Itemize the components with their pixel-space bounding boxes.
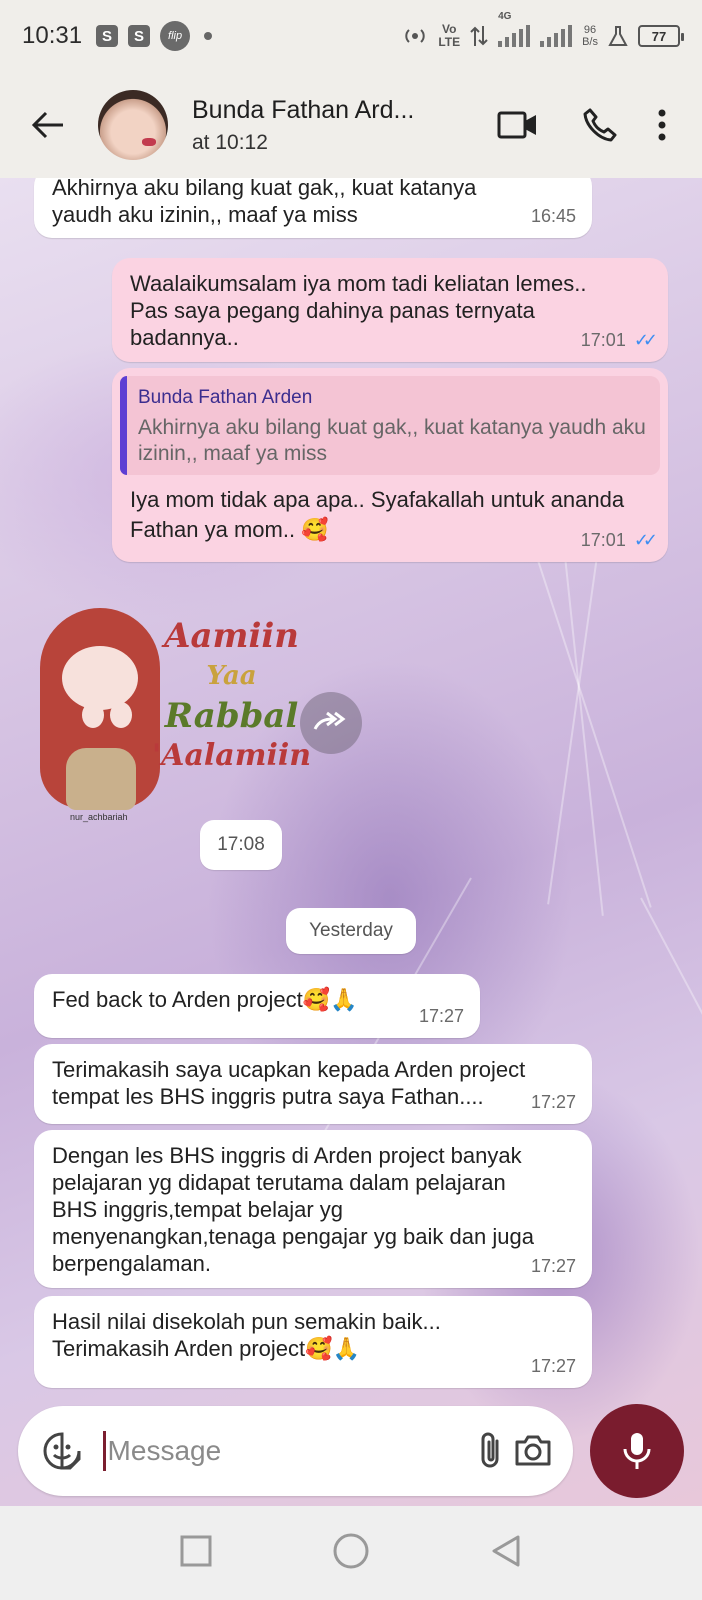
volte-indicator: Vo LTE xyxy=(438,22,461,49)
message-bubble-incoming[interactable]: Fed back to Arden project🥰🙏 17:27 xyxy=(34,974,480,1038)
text-cursor xyxy=(103,1431,106,1471)
message-bubble-incoming[interactable]: Dengan les BHS inggris di Arden project … xyxy=(34,1130,592,1288)
message-time: 17:27 xyxy=(530,1356,576,1376)
home-button[interactable] xyxy=(332,1532,370,1575)
message-input[interactable] xyxy=(107,1435,469,1467)
last-seen: at 10:12 xyxy=(192,130,268,154)
video-camera-icon xyxy=(497,111,536,139)
battery-indicator: 77 xyxy=(638,25,684,47)
contact-name: Bunda Fathan Ard... xyxy=(192,95,415,124)
emoji-sticker-button[interactable] xyxy=(40,1423,83,1479)
sticker-icon xyxy=(43,1432,81,1470)
sticker-time: 17:08 xyxy=(200,820,282,870)
date-divider: Yesterday xyxy=(286,908,416,954)
read-ticks-icon: ✓✓ xyxy=(633,530,658,550)
video-call-button[interactable] xyxy=(486,93,550,157)
recent-apps-button[interactable] xyxy=(180,1535,212,1572)
system-navigation-bar xyxy=(0,1506,702,1600)
quoted-author: Bunda Fathan Arden xyxy=(138,387,313,408)
status-time: 10:31 xyxy=(22,22,83,49)
status-bar: 10:31 S S flip Vo LTE 4G 96 B/s 77 xyxy=(0,0,702,72)
sticker-credit: nur_achbariah xyxy=(70,812,128,822)
message-bubble-outgoing-reply[interactable]: Bunda Fathan Arden Akhirnya aku bilang k… xyxy=(112,368,668,562)
flip-app-icon: flip xyxy=(160,21,191,51)
message-bubble-incoming[interactable]: Akhirnya aku bilang kuat gak,, kuat kata… xyxy=(34,178,592,238)
paperclip-icon xyxy=(481,1432,499,1468)
read-ticks-icon: ✓✓ xyxy=(633,330,658,350)
message-text: Waalaikumsalam iya mom tadi keliatan lem… xyxy=(130,271,587,350)
signal-strength-icon-2 xyxy=(540,25,573,47)
message-text: Dengan les BHS inggris di Arden project … xyxy=(52,1143,534,1276)
signal-strength-icon: 4G xyxy=(498,11,531,47)
shopping-bag-icon-2: S xyxy=(128,25,151,47)
message-time: 17:01 xyxy=(580,530,626,550)
message-time: 16:45 xyxy=(530,206,576,226)
message-meta: 17:01 ✓✓ xyxy=(580,527,658,554)
message-composer xyxy=(18,1406,573,1496)
more-vertical-icon xyxy=(658,109,666,141)
square-icon xyxy=(180,1535,212,1566)
sticker-message[interactable]: Aamiin Yaa Rabbal 'Aalamiin nur_achbaria… xyxy=(30,598,311,838)
quoted-text: Akhirnya aku bilang kuat gak,, kuat kata… xyxy=(138,416,646,465)
message-text: Hasil nilai disekolah pun semakin baik..… xyxy=(52,1309,441,1361)
message-meta: 17:01 ✓✓ xyxy=(580,327,658,354)
message-time: 17:27 xyxy=(418,1006,464,1026)
microphone-icon xyxy=(623,1433,651,1469)
camera-button[interactable] xyxy=(512,1423,555,1479)
message-bubble-outgoing[interactable]: Waalaikumsalam iya mom tadi keliatan lem… xyxy=(112,258,668,362)
contact-info[interactable]: Bunda Fathan Ard... at 10:12 xyxy=(192,96,468,155)
shopping-bag-icon: S xyxy=(96,25,119,47)
voice-message-button[interactable] xyxy=(590,1404,684,1498)
more-options-button[interactable] xyxy=(642,93,682,157)
message-text: Fed back to Arden project🥰🙏 xyxy=(52,987,358,1012)
message-bubble-incoming[interactable]: Hasil nilai disekolah pun semakin baik..… xyxy=(34,1296,592,1388)
camera-icon xyxy=(515,1435,551,1466)
forward-button[interactable] xyxy=(300,692,362,754)
message-text: Akhirnya aku bilang kuat gak,, kuat kata… xyxy=(52,178,477,227)
message-time: 17:27 xyxy=(530,1256,576,1276)
network-speed: 96 B/s xyxy=(582,24,598,48)
data-transfer-icon xyxy=(470,26,488,46)
hotspot-icon xyxy=(405,29,426,43)
flask-icon xyxy=(608,26,628,46)
quoted-message[interactable]: Bunda Fathan Arden Akhirnya aku bilang k… xyxy=(120,376,660,475)
back-button[interactable] xyxy=(20,97,76,153)
phone-icon xyxy=(583,108,617,142)
triangle-back-icon xyxy=(492,1535,520,1566)
voice-call-button[interactable] xyxy=(568,93,632,157)
message-time: 17:27 xyxy=(530,1092,576,1112)
message-bubble-incoming[interactable]: Terimakasih saya ucapkan kepada Arden pr… xyxy=(34,1044,592,1124)
circle-icon xyxy=(333,1533,369,1568)
attach-button[interactable] xyxy=(469,1423,512,1479)
chat-area[interactable]: Akhirnya aku bilang kuat gak,, kuat kata… xyxy=(0,178,702,1506)
message-time: 17:01 xyxy=(580,330,626,350)
arrow-left-icon xyxy=(31,111,63,139)
system-back-button[interactable] xyxy=(490,1534,522,1573)
contact-avatar[interactable] xyxy=(98,90,168,160)
message-text: Iya mom tidak apa apa.. Syafakallah untu… xyxy=(130,487,625,542)
sticker-text: Aamiin Yaa Rabbal 'Aalamiin xyxy=(152,616,312,773)
message-text: Terimakasih saya ucapkan kepada Arden pr… xyxy=(52,1057,526,1109)
more-notifications-dot-icon xyxy=(204,32,213,40)
forward-arrows-icon xyxy=(313,711,346,730)
chat-header: Bunda Fathan Ard... at 10:12 xyxy=(0,72,702,178)
